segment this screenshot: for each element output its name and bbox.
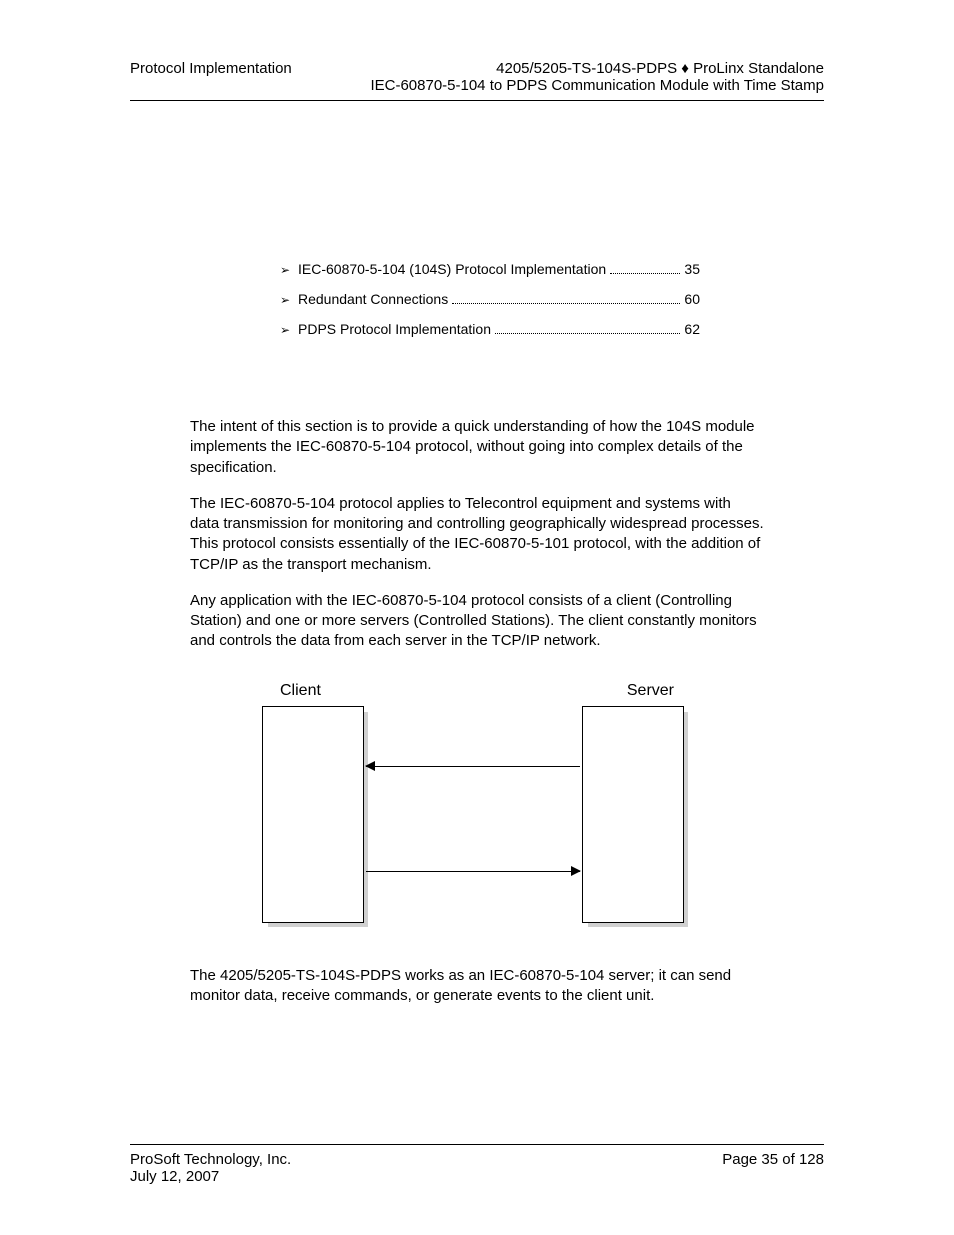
client-label: Client (280, 682, 321, 700)
header-right-line1: 4205/5205-TS-104S-PDPS ♦ ProLinx Standal… (370, 60, 824, 77)
arrow-left-icon (366, 766, 580, 767)
toc-entry: ➢ Redundant Connections 60 (280, 291, 700, 307)
paragraph: The IEC-60870-5-104 protocol applies to … (190, 494, 764, 575)
triangle-bullet-icon: ➢ (280, 293, 298, 307)
header-right-line2: IEC-60870-5-104 to PDPS Communication Mo… (370, 77, 824, 94)
toc-entry: ➢ IEC-60870-5-104 (104S) Protocol Implem… (280, 261, 700, 277)
arrow-right-icon (366, 871, 580, 872)
toc-page-number: 60 (684, 291, 700, 307)
client-server-diagram: Client Server (262, 682, 692, 936)
toc-page-number: 35 (684, 261, 700, 277)
footer-left: ProSoft Technology, Inc. July 12, 2007 (130, 1151, 291, 1185)
document-page: Protocol Implementation 4205/5205-TS-104… (0, 0, 954, 1235)
diagram-body (262, 706, 692, 936)
footer-page-number: Page 35 of 128 (722, 1151, 824, 1185)
toc-label: IEC-60870-5-104 (104S) Protocol Implemen… (298, 261, 606, 277)
toc-label: Redundant Connections (298, 291, 448, 307)
toc-leader-dots (452, 302, 680, 304)
toc-leader-dots (495, 332, 680, 334)
paragraph: The 4205/5205-TS-104S-PDPS works as an I… (190, 966, 764, 1007)
paragraph: Any application with the IEC-60870-5-104… (190, 591, 764, 652)
triangle-bullet-icon: ➢ (280, 323, 298, 337)
page-footer: ProSoft Technology, Inc. July 12, 2007 P… (130, 1144, 824, 1185)
server-label: Server (627, 682, 674, 700)
toc-entry: ➢ PDPS Protocol Implementation 62 (280, 321, 700, 337)
toc-label: PDPS Protocol Implementation (298, 321, 491, 337)
header-right: 4205/5205-TS-104S-PDPS ♦ ProLinx Standal… (370, 60, 824, 94)
diagram-labels: Client Server (262, 682, 692, 700)
paragraph: The intent of this section is to provide… (190, 417, 764, 478)
header-left: Protocol Implementation (130, 60, 292, 77)
page-header: Protocol Implementation 4205/5205-TS-104… (130, 60, 824, 101)
client-box (262, 706, 364, 923)
toc-leader-dots (610, 272, 680, 274)
triangle-bullet-icon: ➢ (280, 263, 298, 277)
table-of-contents: ➢ IEC-60870-5-104 (104S) Protocol Implem… (280, 261, 824, 337)
server-box (582, 706, 684, 923)
footer-company: ProSoft Technology, Inc. (130, 1151, 291, 1168)
footer-date: July 12, 2007 (130, 1168, 291, 1185)
toc-page-number: 62 (684, 321, 700, 337)
